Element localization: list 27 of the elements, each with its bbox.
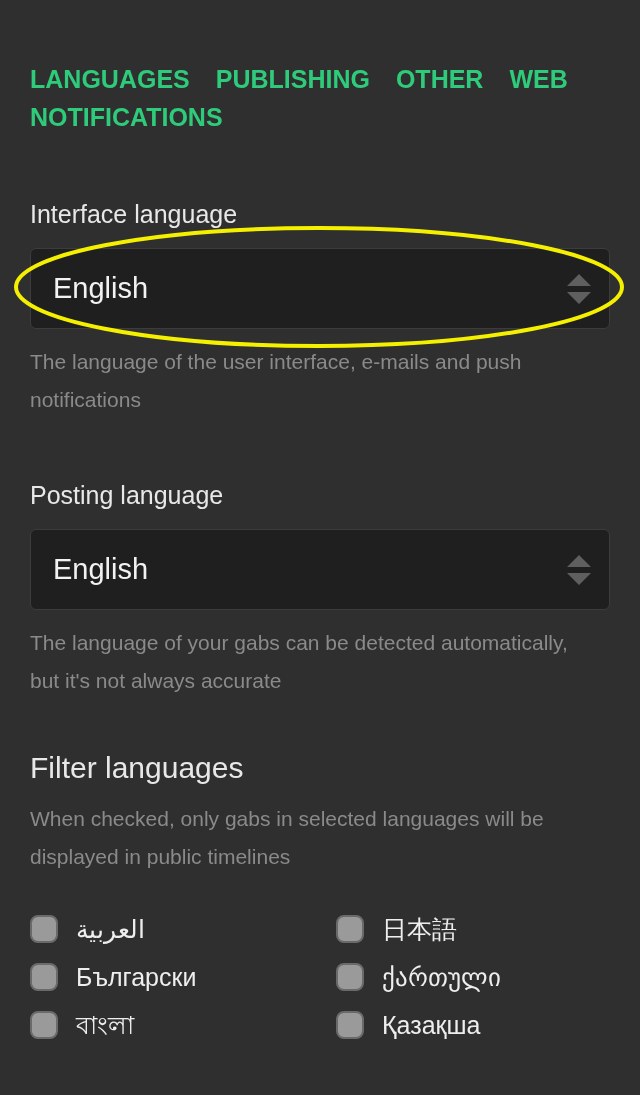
checkbox[interactable] <box>336 963 364 991</box>
settings-tab[interactable]: WEB <box>509 60 568 98</box>
language-label: Қазақша <box>382 1010 481 1041</box>
language-select[interactable]: English <box>30 248 610 329</box>
language-label: বাংলা <box>76 1010 134 1041</box>
checkbox[interactable] <box>30 963 58 991</box>
sort-arrows-icon <box>565 271 593 306</box>
settings-tab[interactable]: LANGUAGES <box>30 60 190 98</box>
section-hint: When checked, only gabs in selected languages will be displayed in public timelines <box>30 806 545 870</box>
field-label: Interface language <box>30 199 239 230</box>
field-hint: The language of your gabs can be detected automatically, but it's not always accurate <box>30 630 569 694</box>
field-label: Posting language <box>30 480 225 511</box>
settings-tab[interactable]: PUBLISHING <box>215 60 370 98</box>
language-label: 日本語 <box>382 914 457 945</box>
checkbox[interactable] <box>30 1011 58 1039</box>
language-label: ქართული <box>382 962 501 994</box>
settings-tab[interactable]: NOTIFICATIONS <box>30 98 223 136</box>
checkbox[interactable] <box>336 1011 364 1039</box>
language-label: العربية <box>76 914 145 946</box>
language-label: Български <box>76 962 197 993</box>
checkbox[interactable] <box>30 915 58 943</box>
field-hint: The language of the user interface, e-mails and push notifications <box>30 349 523 413</box>
settings-tab[interactable]: OTHER <box>395 60 484 98</box>
section-title: Filter languages <box>30 750 245 786</box>
checkbox[interactable] <box>336 915 364 943</box>
language-select[interactable]: English <box>30 529 610 610</box>
sort-arrows-icon <box>565 552 593 587</box>
